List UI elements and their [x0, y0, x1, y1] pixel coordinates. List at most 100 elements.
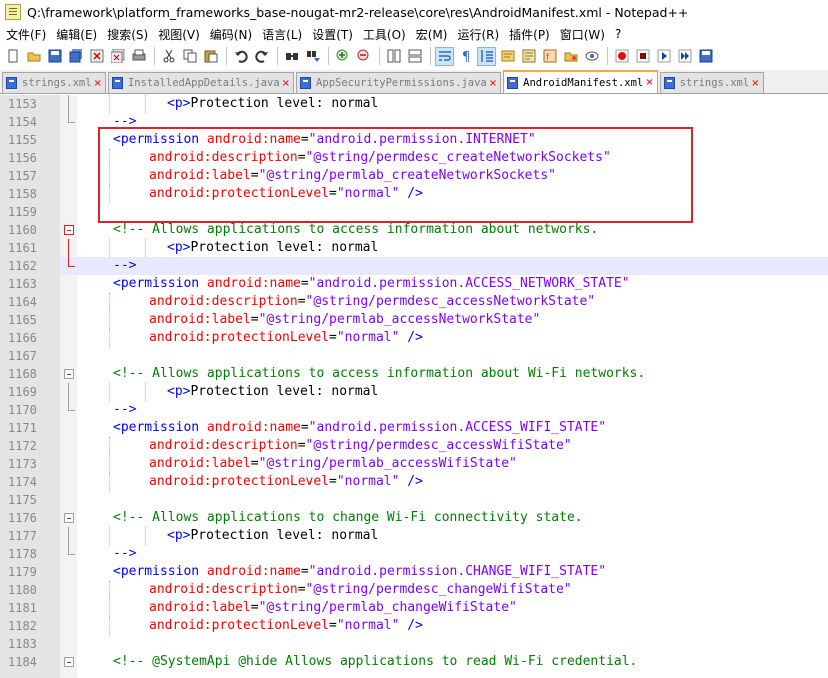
menu-item[interactable]: 窗口(W): [556, 26, 611, 43]
record-macro-button[interactable]: [612, 47, 631, 66]
code-line[interactable]: 1167: [0, 347, 828, 365]
tab-close-icon[interactable]: ×: [645, 77, 653, 88]
code-line[interactable]: 1175: [0, 491, 828, 509]
code-line[interactable]: 1166 android:protectionLevel="normal" />: [0, 329, 828, 347]
tab-close-icon[interactable]: ×: [751, 78, 759, 89]
tab-close-icon[interactable]: ×: [489, 78, 497, 89]
sync-vertical-button[interactable]: [384, 47, 403, 66]
menu-item[interactable]: 工具(O): [359, 26, 412, 43]
code-line[interactable]: 1165 android:label="@string/permlab_acces…: [0, 311, 828, 329]
code-line[interactable]: 1164 android:description="@string/permdes…: [0, 293, 828, 311]
folder-workspace-icon: [564, 52, 577, 62]
code-line[interactable]: 1182 android:protectionLevel="normal" />: [0, 617, 828, 635]
menu-item[interactable]: 宏(M): [412, 26, 454, 43]
replace-button[interactable]: [303, 47, 322, 66]
new-file-button[interactable]: [3, 47, 22, 66]
code-line[interactable]: 1181 android:label="@string/permlab_chang…: [0, 599, 828, 617]
code-line[interactable]: 1173 android:label="@string/permlab_acces…: [0, 455, 828, 473]
tab-androidmanifest-xml[interactable]: AndroidManifest.xml ×: [503, 70, 658, 93]
cut-button[interactable]: [159, 47, 178, 66]
code-text: -->: [113, 545, 136, 563]
code-line[interactable]: 1169 <p>Protection level: normal: [0, 383, 828, 401]
play-macro-button[interactable]: [654, 47, 673, 66]
code-line[interactable]: 1174 android:protectionLevel="normal" />: [0, 473, 828, 491]
code-line[interactable]: 1171 <permission android:name="android.pe…: [0, 419, 828, 437]
indent-guide-button[interactable]: [477, 46, 496, 66]
run-macro-multiple-button[interactable]: [675, 47, 694, 66]
function-list-button[interactable]: f: [540, 47, 559, 66]
tab-close-icon[interactable]: ×: [94, 78, 102, 89]
line-number: 1159: [8, 205, 37, 219]
open-file-button[interactable]: [24, 47, 43, 66]
sync-vertical-icon: [387, 49, 400, 63]
token-val: "@string/permdesc_accessWifiState": [305, 438, 572, 453]
zoom-out-button[interactable]: [354, 47, 373, 66]
code-line[interactable]: 1162 -->: [0, 257, 828, 275]
line-number: 1157: [8, 169, 37, 183]
code-line[interactable]: 1168 <!-- Allows applications to access i…: [0, 365, 828, 383]
menu-item[interactable]: ?: [611, 27, 627, 41]
find-button[interactable]: [282, 47, 301, 66]
undo-button[interactable]: [231, 47, 250, 66]
token-plain: =: [329, 330, 337, 345]
save-macro-button[interactable]: [696, 47, 715, 66]
sync-horizontal-button[interactable]: [405, 47, 424, 66]
tab-close-icon[interactable]: ×: [282, 78, 290, 89]
code-line[interactable]: 1161 <p>Protection level: normal: [0, 239, 828, 257]
new-file-icon: [8, 49, 17, 63]
file-saved-icon: [663, 77, 675, 89]
stop-record-button[interactable]: [633, 47, 652, 66]
menu-item[interactable]: 编码(N): [206, 26, 258, 43]
close-button[interactable]: [87, 47, 106, 66]
tab-strings-xml[interactable]: strings.xml ×: [2, 72, 106, 93]
menu-item[interactable]: 文件(F): [2, 26, 52, 43]
tab-strings-xml[interactable]: strings.xml ×: [659, 72, 764, 93]
code-line[interactable]: 1177 <p>Protection level: normal: [0, 527, 828, 545]
monitoring-button[interactable]: [582, 47, 601, 66]
menu-item[interactable]: 运行(R): [453, 26, 505, 43]
menu-item[interactable]: 视图(V): [154, 26, 206, 43]
show-all-chars-button[interactable]: ¶: [456, 47, 475, 66]
code-line[interactable]: 1183: [0, 635, 828, 653]
open-file-icon: [27, 52, 40, 62]
code-line[interactable]: 1160 <!-- Allows applications to access i…: [0, 221, 828, 239]
indent-guide: [109, 437, 110, 455]
code-line[interactable]: 1180 android:description="@string/permdes…: [0, 581, 828, 599]
code-line[interactable]: 1184 <!-- @SystemApi @hide Allows applica…: [0, 653, 828, 671]
folder-workspace-button[interactable]: [561, 47, 580, 66]
menu-item[interactable]: 插件(P): [505, 26, 556, 43]
fold-collapse-icon[interactable]: [64, 369, 74, 379]
zoom-out-icon: [357, 49, 368, 61]
close-all-button[interactable]: [108, 47, 127, 66]
tab-appsecuritypermissions-java[interactable]: AppSecurityPermissions.java ×: [296, 72, 502, 93]
redo-button[interactable]: [252, 47, 271, 66]
word-wrap-button[interactable]: [435, 46, 454, 66]
copy-button[interactable]: [180, 47, 199, 66]
menu-item[interactable]: 搜索(S): [103, 26, 154, 43]
fold-collapse-icon[interactable]: [64, 225, 74, 235]
code-line[interactable]: 1163 <permission android:name="android.pe…: [0, 275, 828, 293]
code-line[interactable]: 1153 <p>Protection level: normal: [0, 95, 828, 113]
line-number: 1184: [8, 655, 37, 669]
save-button[interactable]: [45, 47, 64, 66]
code-line[interactable]: 1179 <permission android:name="android.pe…: [0, 563, 828, 581]
code-line[interactable]: 1170 -->: [0, 401, 828, 419]
code-line[interactable]: 1172 android:description="@string/permdes…: [0, 437, 828, 455]
fold-collapse-icon[interactable]: [64, 513, 74, 523]
token-val: "normal": [336, 474, 400, 489]
udl-button[interactable]: [498, 47, 517, 66]
fold-collapse-icon[interactable]: [64, 657, 74, 667]
token-val: "normal": [336, 618, 400, 633]
code-line[interactable]: 1176 <!-- Allows applications to change W…: [0, 509, 828, 527]
code-line[interactable]: 1178 -->: [0, 545, 828, 563]
menu-item[interactable]: 编辑(E): [52, 26, 103, 43]
line-number: 1174: [8, 475, 37, 489]
paste-button[interactable]: [201, 47, 220, 66]
menu-item[interactable]: 设置(T): [308, 26, 359, 43]
save-all-button[interactable]: [66, 47, 85, 66]
print-button[interactable]: [129, 47, 148, 66]
doc-map-button[interactable]: [519, 47, 538, 66]
tab-installedappdetails-java[interactable]: InstalledAppDetails.java ×: [107, 72, 295, 93]
zoom-in-button[interactable]: [333, 47, 352, 66]
menu-item[interactable]: 语言(L): [258, 26, 308, 43]
